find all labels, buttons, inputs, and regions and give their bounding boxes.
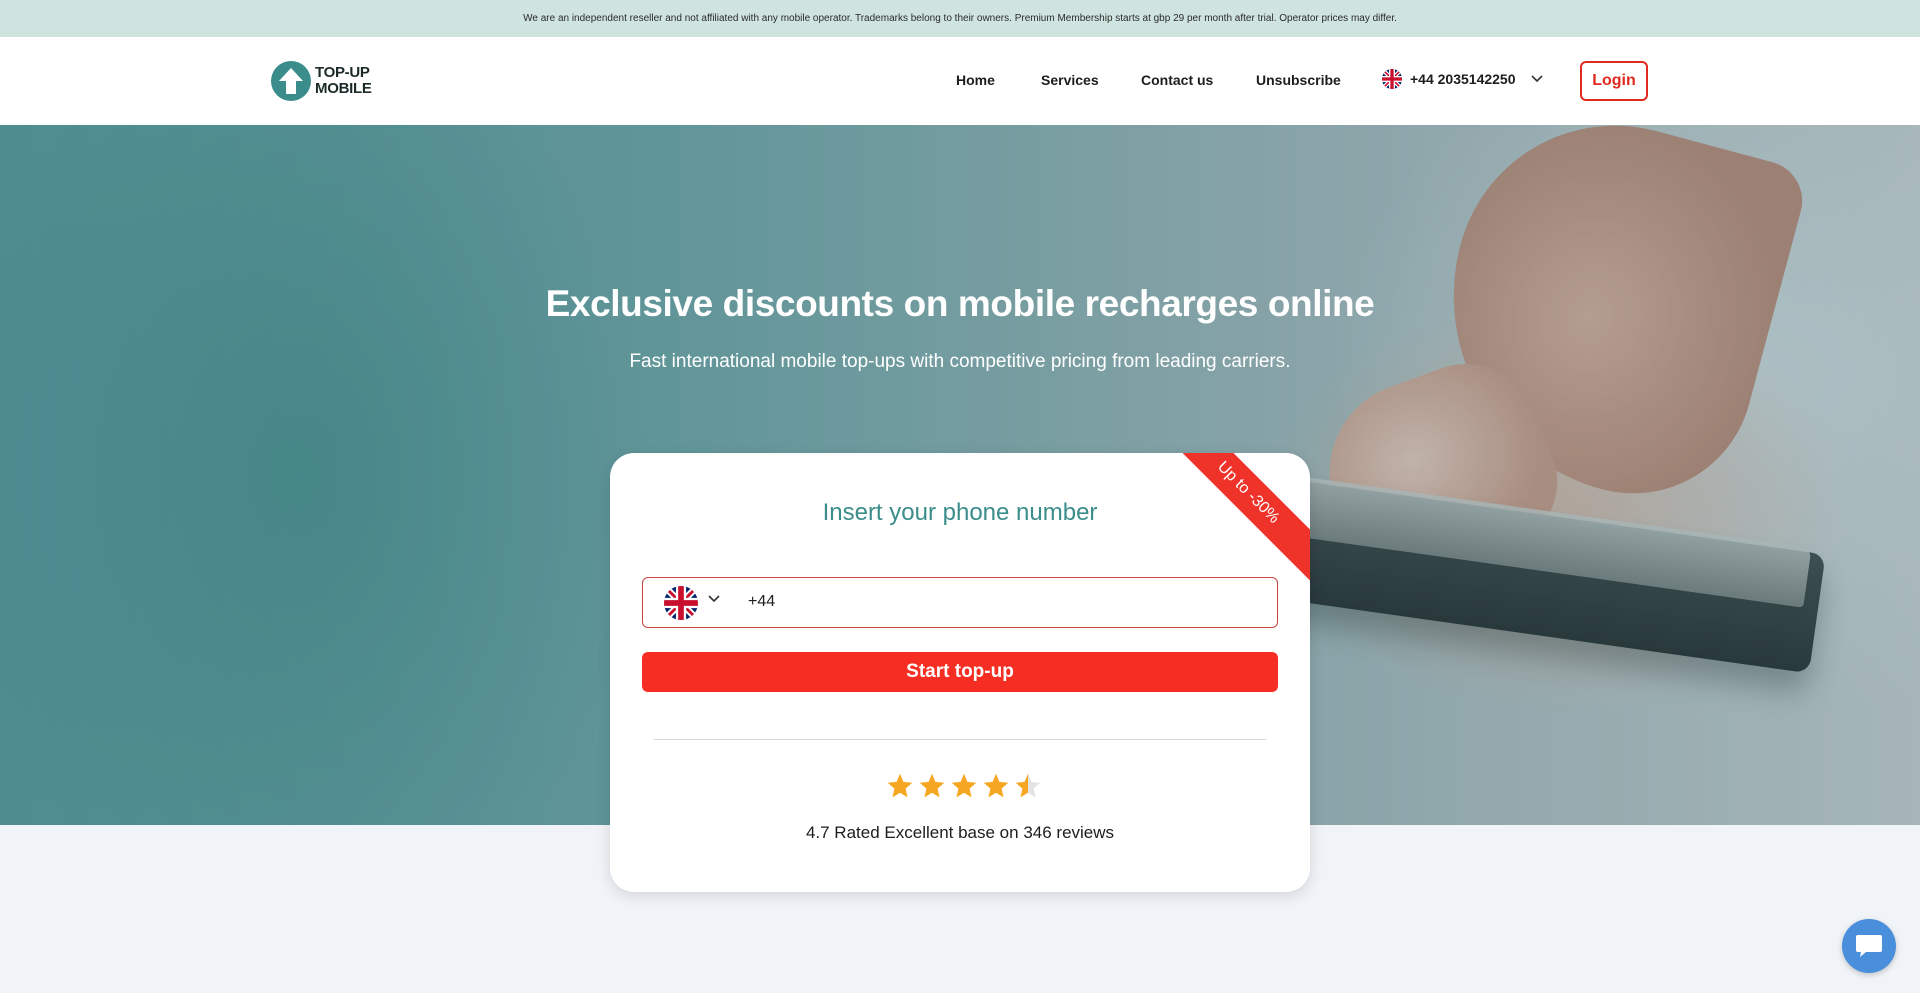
logo-line-1: TOP-UP (315, 64, 370, 81)
hero-title: Exclusive discounts on mobile recharges … (545, 283, 1375, 324)
nav-unsubscribe[interactable]: Unsubscribe (1256, 72, 1341, 88)
upload-arrow-icon (271, 61, 311, 101)
rating-stars (886, 772, 1042, 800)
topup-card: Up to -30% Insert your phone number Star… (610, 453, 1310, 892)
logo[interactable]: TOP-UP MOBILE (271, 61, 372, 101)
chat-bubble-icon (1856, 935, 1882, 957)
chevron-down-icon (1530, 75, 1543, 83)
chat-button[interactable] (1842, 919, 1896, 973)
support-phone-number: +44 2035142250 (1410, 71, 1516, 87)
logo-text: TOP-UP MOBILE (315, 65, 372, 97)
hero-subtitle: Fast international mobile top-ups with c… (629, 351, 1291, 372)
star-icon (919, 773, 945, 798)
site-header: TOP-UP MOBILE Home Services Contact us U… (0, 37, 1920, 125)
nav-home[interactable]: Home (956, 72, 995, 88)
star-icon (951, 773, 977, 798)
card-title: Insert your phone number (822, 499, 1098, 526)
rating-summary: 4.7 Rated Excellent base on 346 reviews (805, 823, 1115, 842)
nav-contact-us[interactable]: Contact us (1141, 72, 1213, 88)
phone-country-selector[interactable]: +44 2035142250 (1382, 69, 1544, 89)
uk-flag-icon (1382, 69, 1402, 89)
star-half-icon (1015, 773, 1041, 798)
logo-line-2: MOBILE (315, 80, 372, 97)
start-topup-button[interactable]: Start top-up (642, 652, 1278, 692)
chevron-down-icon[interactable] (707, 594, 721, 604)
nav-services[interactable]: Services (1041, 72, 1099, 88)
phone-number-input[interactable] (748, 593, 1248, 611)
login-button[interactable]: Login (1580, 61, 1648, 101)
card-divider (654, 739, 1266, 740)
star-icon (887, 773, 913, 798)
phone-number-field[interactable] (642, 577, 1278, 628)
disclaimer-text: We are an independent reseller and not a… (523, 13, 1397, 24)
disclaimer-banner: We are an independent reseller and not a… (0, 0, 1920, 37)
star-icon (983, 773, 1009, 798)
uk-flag-icon[interactable] (664, 586, 698, 620)
